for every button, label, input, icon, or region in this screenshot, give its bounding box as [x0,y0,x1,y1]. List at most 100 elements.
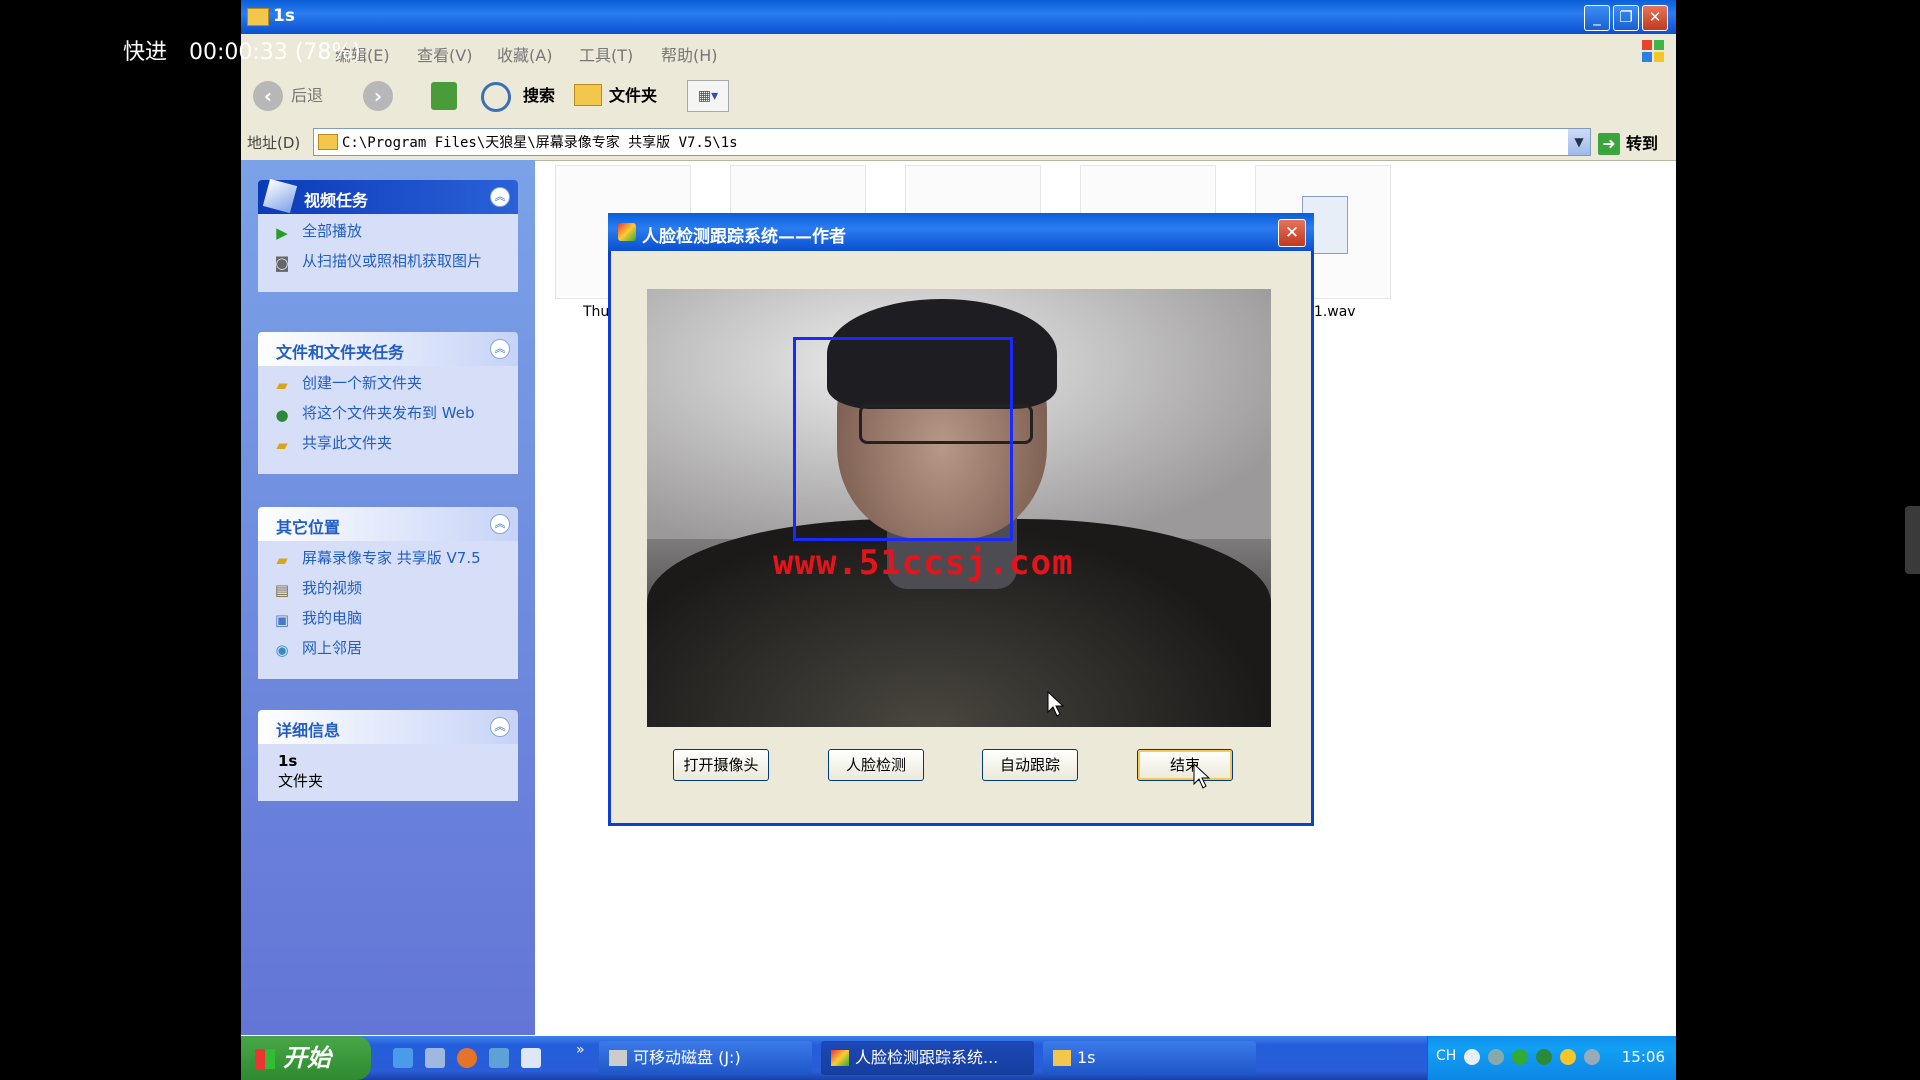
language-indicator[interactable]: CH [1436,1048,1456,1064]
video-tasks-panel: 视频任务 ︽ ▶ 全部播放 ◙ 从扫描仪或照相机获取图片 [258,178,518,292]
play-all-link[interactable]: ▶ 全部播放 [268,222,508,248]
open-camera-button[interactable]: 打开摄像头 [673,749,769,781]
xp-desktop: 1s _ ❐ ✕ 编辑(E) 查看(V) 收藏(A) 工具(T) 帮助(H) ‹… [241,0,1676,1080]
panel-header[interactable]: 其它位置 ︽ [258,507,518,541]
go-button[interactable]: ➜ 转到 [1598,130,1658,155]
chevron-down-icon[interactable]: ▼ [1568,129,1590,155]
task-label: 1s [1077,1048,1096,1067]
panel-title: 详细信息 [276,721,341,740]
back-button-label[interactable]: 后退 [291,82,323,106]
forward-arrow-icon[interactable]: › [363,81,393,111]
start-label: 开始 [283,1044,331,1072]
task-removable-disk[interactable]: 可移动磁盘 (J:) [599,1041,812,1075]
panel-title: 文件和文件夹任务 [276,343,405,362]
chevron-right-icon[interactable]: » [576,1042,585,1058]
network-icon[interactable] [1584,1049,1600,1065]
link-label: 将这个文件夹发布到 Web [302,404,475,422]
publish-web-link[interactable]: ● 将这个文件夹发布到 Web [268,404,508,430]
network-places-link[interactable]: ◉ 网上邻居 [268,639,508,665]
link-label: 屏幕录像专家 共享版 V7.5 [302,549,481,567]
window-title: 1s [273,6,295,26]
menu-view[interactable]: 查看(V) [417,42,472,66]
shield-icon[interactable] [1536,1049,1552,1065]
camera-icon: ◙ [274,254,290,272]
folders-button[interactable]: 文件夹 [609,82,657,106]
my-computer-link[interactable]: ▣ 我的电脑 [268,609,508,635]
menu-help[interactable]: 帮助(H) [661,42,718,66]
details-panel: 详细信息 ︽ 1s 文件夹 [258,710,518,801]
start-button[interactable]: 开始 [241,1036,371,1080]
minimize-button[interactable]: _ [1584,5,1610,31]
menu-favorites[interactable]: 收藏(A) [497,42,552,66]
search-icon [481,82,511,112]
new-folder-link[interactable]: ▰ 创建一个新文件夹 [268,374,508,400]
app-icon [831,1050,849,1066]
quicklaunch-icon[interactable] [521,1048,541,1068]
share-folder-link[interactable]: ▰ 共享此文件夹 [268,434,508,460]
address-path[interactable]: C:\Program Files\天狼星\屏幕录像专家 共享版 V7.5\1s [342,132,738,152]
address-field[interactable]: C:\Program Files\天狼星\屏幕录像专家 共享版 V7.5\1s … [313,128,1591,156]
detail-name: 1s [278,752,298,770]
task-1s-folder[interactable]: 1s [1043,1041,1256,1075]
panel-header[interactable]: 视频任务 ︽ [258,178,518,214]
face-detection-dialog: 人脸检测跟踪系统——作者 ✕ www.51ccsj.com 打开摄像头 人脸检测… [608,213,1314,826]
panel-header[interactable]: 文件和文件夹任务 ︽ [258,332,518,366]
close-icon[interactable]: ✕ [1278,219,1306,247]
other-places-panel: 其它位置 ︽ ▰ 屏幕录像专家 共享版 V7.5 ▤ 我的视频 ▣ 我的电脑 ◉ 网上邻… [258,507,518,679]
link-label: 我的视频 [302,579,363,597]
tray-icon[interactable] [1488,1049,1504,1065]
link-label: 网上邻居 [302,639,363,657]
dialog-titlebar[interactable]: 人脸检测跟踪系统——作者 ✕ [608,213,1314,251]
restore-button[interactable]: ❐ [1613,5,1639,31]
drive-icon [609,1050,627,1066]
playback-time: 00:00:33 (78%) [189,40,361,65]
mouse-cursor-icon [1047,691,1065,717]
search-button[interactable]: 搜索 [523,82,555,106]
menu-bar: 编辑(E) 查看(V) 收藏(A) 工具(T) 帮助(H) [241,34,1676,69]
collapse-icon[interactable]: ︽ [490,717,510,737]
parent-folder-link[interactable]: ▰ 屏幕录像专家 共享版 V7.5 [268,549,508,575]
go-label: 转到 [1626,134,1659,153]
film-icon [262,178,298,214]
chevron-left-icon[interactable] [1464,1049,1480,1065]
collapse-icon[interactable]: ︽ [490,187,510,207]
tray-icon[interactable] [1560,1049,1576,1065]
face-detection-box [793,337,1013,541]
task-face-detection[interactable]: 人脸检测跟踪系统... [821,1041,1034,1075]
link-label: 从扫描仪或照相机获取图片 [302,252,483,270]
folder-icon [247,8,269,26]
up-folder-icon[interactable] [431,82,457,110]
close-button[interactable]: ✕ [1642,5,1668,31]
taskbar: 开始 » 可移动磁盘 (J:) 人脸检测跟踪系统... 1s CH 15:06 [241,1036,1676,1080]
face-detect-button[interactable]: 人脸检测 [828,749,924,781]
menu-tools[interactable]: 工具(T) [579,42,633,66]
get-pictures-link[interactable]: ◙ 从扫描仪或照相机获取图片 [268,252,508,278]
system-tray: CH 15:06 [1427,1036,1676,1080]
explorer-titlebar[interactable]: 1s _ ❐ ✕ [241,0,1676,34]
side-panel-handle[interactable] [1905,506,1920,574]
back-arrow-icon[interactable]: ‹ [253,81,283,111]
my-videos-link[interactable]: ▤ 我的视频 [268,579,508,605]
video-folder-icon: ▤ [274,581,290,599]
tray-icon[interactable] [1512,1049,1528,1065]
detail-type: 文件夹 [278,772,324,790]
file-label[interactable]: Thu [583,304,609,320]
views-icon[interactable]: ▦▾ [687,80,729,112]
camera-preview: www.51ccsj.com [647,289,1271,727]
player-overlay: 快进 00:00:33 (78%) [123,34,361,66]
desktop-icon[interactable] [425,1048,445,1068]
link-label: 全部播放 [302,222,363,240]
panel-header[interactable]: 详细信息 ︽ [258,710,518,744]
browser-icon[interactable] [457,1048,477,1068]
globe-icon: ● [275,406,289,424]
folder-icon [318,134,338,150]
quicklaunch-icon[interactable] [489,1048,509,1068]
collapse-icon[interactable]: ︽ [490,339,510,359]
ie-icon[interactable] [393,1048,413,1068]
collapse-icon[interactable]: ︽ [490,514,510,534]
task-label: 人脸检测跟踪系统... [855,1048,999,1067]
end-button[interactable]: 结束 [1137,749,1233,781]
shared-folder-icon: ▰ [276,436,288,454]
task-label: 可移动磁盘 (J:) [633,1048,741,1067]
auto-track-button[interactable]: 自动跟踪 [982,749,1078,781]
